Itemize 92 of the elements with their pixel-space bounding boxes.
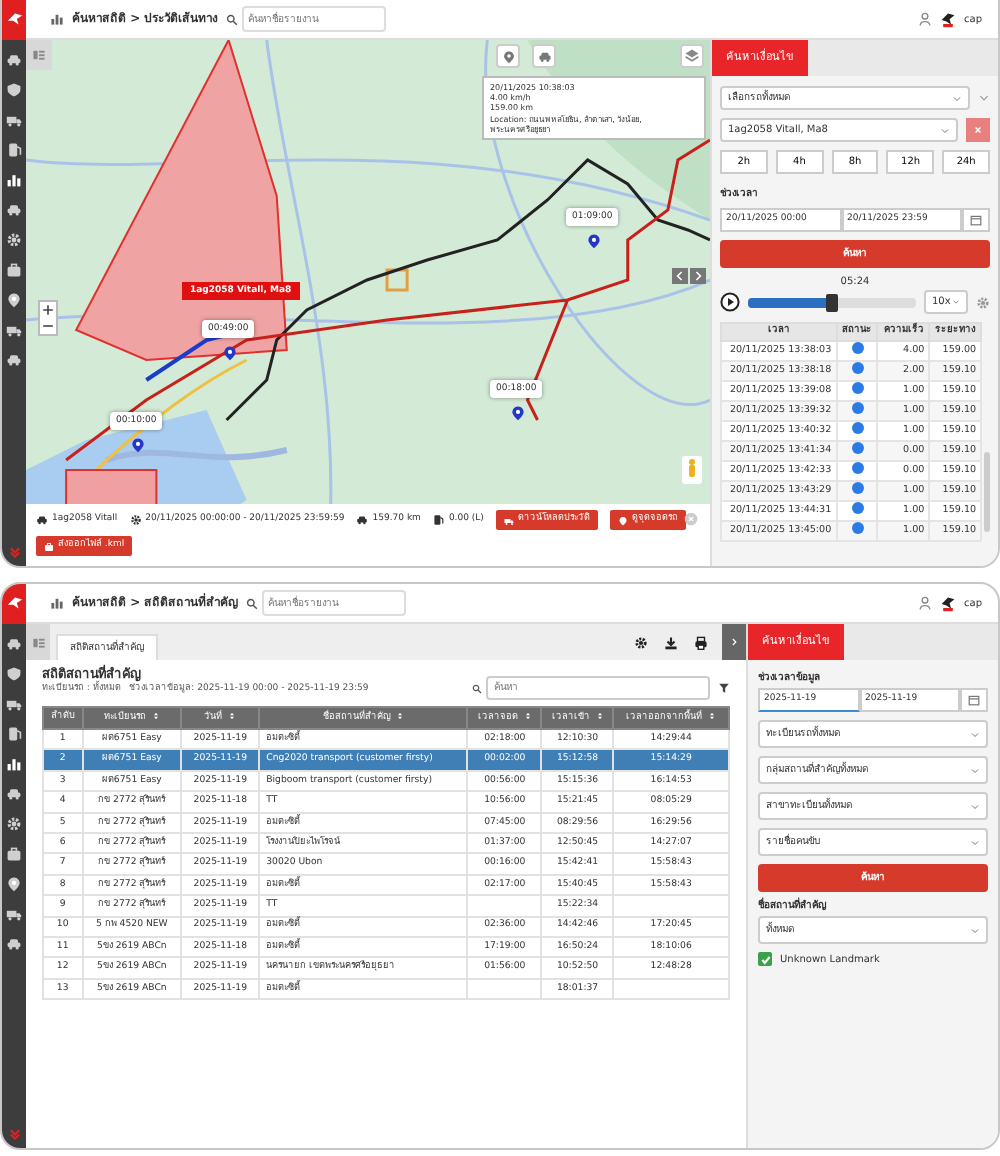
calendar-button[interactable] <box>962 208 990 232</box>
sort-icon <box>151 712 160 721</box>
play-button[interactable] <box>720 292 740 312</box>
sidebar-toggle[interactable] <box>26 624 50 660</box>
pin-icon[interactable] <box>510 404 526 422</box>
vehicle-button[interactable] <box>532 44 556 68</box>
pin-button[interactable] <box>496 44 520 68</box>
checkbox[interactable] <box>758 952 772 966</box>
status-dot <box>851 362 863 375</box>
search-icon <box>226 13 239 25</box>
caret-icon <box>970 729 980 739</box>
layers-button[interactable] <box>680 44 704 68</box>
chevron-right-icon <box>728 636 740 648</box>
status-dot <box>851 442 863 455</box>
logo[interactable] <box>2 0 26 39</box>
shield-icon[interactable] <box>6 666 22 682</box>
fuel-icon <box>432 514 445 526</box>
list-icon <box>32 48 46 62</box>
search-icon <box>246 597 259 609</box>
chevron-left-icon[interactable] <box>672 266 688 286</box>
sort-icon <box>523 712 532 721</box>
layers-icon <box>684 48 700 64</box>
caret-icon <box>970 765 980 775</box>
list-icon <box>31 635 45 649</box>
calendar-icon <box>970 214 982 226</box>
briefcase-icon[interactable] <box>6 262 22 278</box>
sort-icon <box>228 712 237 721</box>
status-dot <box>851 482 863 495</box>
pin-icon[interactable] <box>130 436 146 454</box>
status-dot <box>851 422 863 435</box>
car-icon[interactable] <box>6 786 22 802</box>
briefcase-icon[interactable] <box>6 846 22 862</box>
caret-icon <box>970 925 980 935</box>
print-icon[interactable] <box>694 635 708 649</box>
pin-icon[interactable] <box>586 232 602 250</box>
chart-icon <box>50 12 64 26</box>
car-icon <box>537 49 551 63</box>
truck-icon[interactable] <box>6 696 22 712</box>
chevron-right-icon[interactable] <box>690 266 706 286</box>
car-icon[interactable] <box>6 52 22 68</box>
caret-icon <box>940 125 950 135</box>
status-dot <box>851 462 863 475</box>
car-icon[interactable] <box>6 352 22 368</box>
car-icon <box>36 514 48 526</box>
sort-icon <box>396 712 405 721</box>
car-icon[interactable] <box>6 936 22 952</box>
chart-icon[interactable] <box>6 756 22 772</box>
pin-icon[interactable] <box>6 876 22 892</box>
truck-icon[interactable] <box>6 906 22 922</box>
car-icon[interactable] <box>6 202 22 218</box>
zoom-in-icon[interactable] <box>40 302 56 318</box>
status-dot <box>851 402 863 415</box>
caret-icon <box>970 837 980 847</box>
status-dot <box>851 382 863 395</box>
status-dot <box>851 522 863 535</box>
car-icon[interactable] <box>6 636 22 652</box>
sidebar-toggle[interactable] <box>26 40 52 70</box>
calendar-icon <box>968 694 980 706</box>
truck-icon[interactable] <box>6 112 22 128</box>
pin-icon <box>501 49 515 63</box>
settings-icon[interactable] <box>634 635 648 649</box>
chart-icon <box>50 596 64 610</box>
logo-icon <box>940 595 956 611</box>
close-icon[interactable] <box>684 512 698 526</box>
caret-icon <box>952 93 962 103</box>
fuel-icon[interactable] <box>6 726 22 742</box>
fuel-icon[interactable] <box>6 142 22 158</box>
gear-icon[interactable] <box>6 816 22 832</box>
calendar-button[interactable] <box>960 688 988 712</box>
user-icon[interactable] <box>918 596 932 610</box>
sort-icon <box>708 712 717 721</box>
gear-icon[interactable] <box>6 232 22 248</box>
search-icon <box>472 683 482 693</box>
car-icon <box>356 514 369 526</box>
logo-icon <box>940 11 956 27</box>
status-dot <box>851 342 863 355</box>
user-icon[interactable] <box>918 12 932 26</box>
filter-icon[interactable] <box>718 682 730 694</box>
status-dot <box>851 502 863 515</box>
sort-icon <box>595 712 604 721</box>
pin-icon[interactable] <box>222 344 238 362</box>
slider-track[interactable] <box>748 297 916 307</box>
truck-icon[interactable] <box>6 322 22 338</box>
slider-thumb[interactable] <box>826 293 838 311</box>
chart-icon[interactable] <box>6 172 22 188</box>
logo[interactable] <box>2 584 26 623</box>
pin-icon[interactable] <box>6 292 22 308</box>
caret-icon <box>970 801 980 811</box>
close-icon <box>972 124 984 136</box>
shield-icon[interactable] <box>6 82 22 98</box>
panel-toggle[interactable] <box>722 624 746 660</box>
caret-icon <box>952 298 960 306</box>
